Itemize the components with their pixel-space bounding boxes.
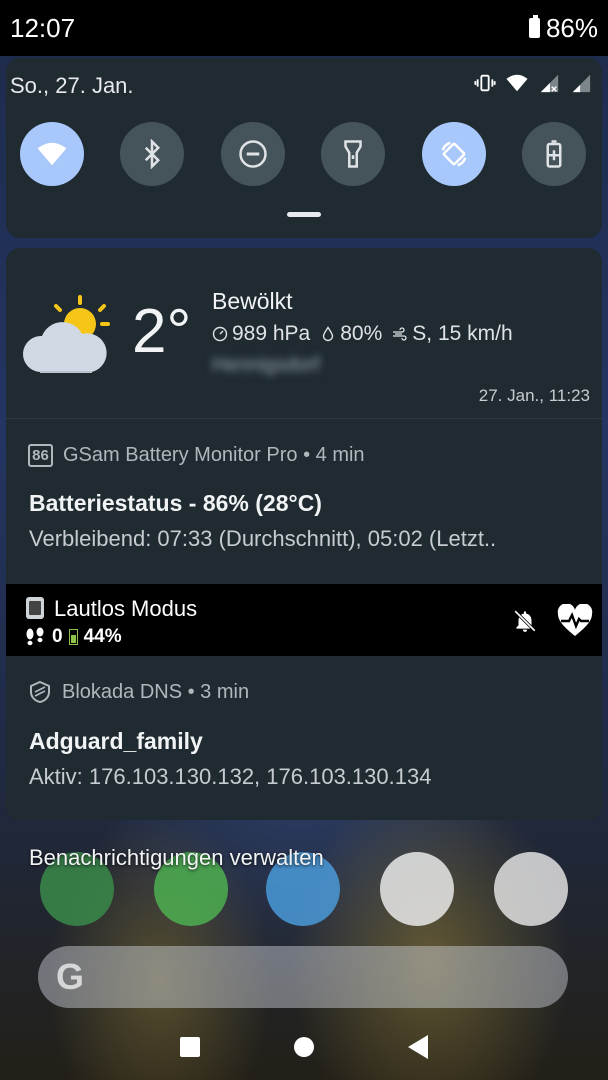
weather-card[interactable]: 2° Bewölkt 989 hPa 80% S, 15 km/h Hennig… (6, 248, 602, 418)
battery-icon (528, 15, 540, 38)
gsam-app-icon: 86 (28, 444, 53, 467)
notification-blokada[interactable]: Blokada DNS • 3 min Adguard_family Aktiv… (6, 656, 602, 820)
chrome-icon[interactable] (494, 852, 568, 926)
notification-title: Adguard_family (29, 728, 203, 754)
notifications-off-icon[interactable] (512, 608, 538, 634)
weather-temperature: 2° (132, 297, 192, 366)
tile-battery-saver[interactable] (521, 122, 586, 186)
wifi-icon (37, 142, 67, 166)
navigation-bar (0, 1018, 608, 1080)
cellular-signal-icon (540, 74, 559, 93)
qs-date[interactable]: So., 27. Jan. (10, 73, 134, 99)
weather-humidity: 80% (340, 322, 383, 345)
watch-app-icon (26, 597, 44, 619)
tile-flashlight[interactable] (321, 122, 386, 186)
shield-icon (30, 680, 50, 704)
status-bar: 12:07 86% (0, 0, 608, 56)
weather-details: 989 hPa 80% S, 15 km/h (212, 322, 513, 346)
notification-app-name: GSam Battery Monitor Pro • 4 min (63, 444, 365, 466)
flashlight-icon (344, 140, 362, 168)
notification-app-name: Blokada DNS • 3 min (62, 680, 250, 703)
manage-notifications-link[interactable]: Benachrichtigungen verwalten (29, 845, 324, 871)
notification-gsam[interactable]: 86 GSam Battery Monitor Pro • 4 min Batt… (6, 418, 602, 584)
tile-auto-rotate[interactable] (421, 122, 486, 186)
weather-pressure: 989 hPa (232, 322, 311, 345)
tile-do-not-disturb[interactable] (220, 122, 285, 186)
clock: 12:07 (10, 12, 76, 43)
footsteps-icon (26, 627, 44, 646)
cellular-signal-2-icon (572, 74, 591, 93)
silent-mode-title: Lautlos Modus (54, 596, 198, 621)
bluetooth-icon (145, 139, 161, 169)
weather-wind: S, 15 km/h (412, 322, 513, 345)
notification-header: 86 GSam Battery Monitor Pro • 4 min (28, 444, 365, 467)
humidity-drop-icon (323, 326, 334, 342)
partly-cloudy-icon (22, 295, 110, 373)
silent-mode-notification[interactable]: Lautlos Modus 0 44% (6, 584, 602, 656)
watch-battery-percent: 44% (83, 626, 122, 647)
quick-settings-panel[interactable]: So., 27. Jan. (6, 58, 602, 238)
heart-rate-icon[interactable] (556, 604, 594, 638)
recents-button[interactable] (180, 1037, 200, 1057)
watch-battery-icon (68, 629, 78, 645)
vibrate-icon (474, 74, 496, 92)
silent-mode-stats: 0 44% (24, 626, 122, 648)
tile-bluetooth[interactable] (120, 122, 185, 186)
battery-percent: 86% (545, 12, 598, 43)
home-button[interactable] (294, 1037, 314, 1057)
notification-text: Aktiv: 176.103.130.132, 176.103.130.134 (29, 764, 432, 789)
do-not-disturb-icon (239, 140, 267, 168)
qs-expand-handle[interactable] (287, 212, 321, 217)
auto-rotate-icon (441, 141, 467, 167)
brave-browser-icon[interactable] (380, 852, 454, 926)
battery-saver-icon (546, 140, 562, 168)
back-button[interactable] (408, 1035, 428, 1059)
step-count: 0 (52, 626, 63, 647)
weather-updated-time: 27. Jan., 11:23 (478, 386, 590, 405)
notification-title: Batteriestatus - 86% (28°C) (29, 490, 322, 516)
wind-icon (393, 327, 407, 341)
notification-stack: 2° Bewölkt 989 hPa 80% S, 15 km/h Hennig… (6, 248, 602, 820)
tile-wifi[interactable] (20, 122, 84, 186)
weather-location-blurred: Hennigsdorf (212, 354, 320, 376)
google-search-bar[interactable]: G (38, 946, 568, 1008)
notification-text: Verbleibend: 07:33 (Durchschnitt), 05:02… (29, 526, 497, 551)
notification-header: Blokada DNS • 3 min (28, 680, 249, 704)
wifi-status-icon (506, 74, 528, 92)
google-logo-icon: G (56, 956, 85, 997)
weather-condition: Bewölkt (212, 288, 293, 314)
pressure-gauge-icon (212, 326, 228, 342)
